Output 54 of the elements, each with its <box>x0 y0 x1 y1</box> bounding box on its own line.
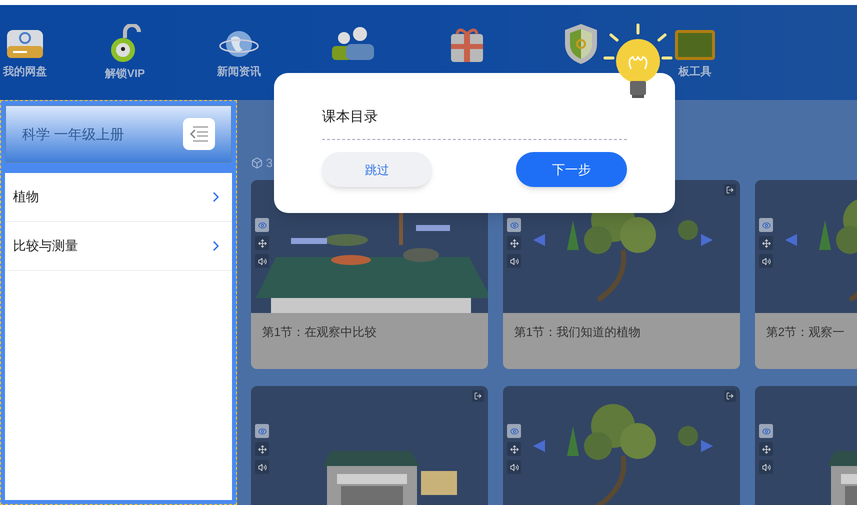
sound-button[interactable] <box>759 460 773 474</box>
exit-icon <box>726 392 734 400</box>
toolbar-button[interactable]: 解锁VIP <box>86 24 164 82</box>
card-title: 第1节：我们知道的植物 <box>513 324 642 341</box>
toolbar-button[interactable]: 新闻资讯 <box>200 26 278 80</box>
popup-title: 课本目录 <box>322 107 379 126</box>
move-button[interactable] <box>759 442 773 456</box>
move-icon <box>510 444 518 454</box>
cube-icon <box>251 157 263 169</box>
move-icon <box>762 238 770 248</box>
collapse-icon <box>189 126 209 142</box>
move-icon <box>510 238 518 248</box>
move-button[interactable] <box>255 236 269 250</box>
chapter-item[interactable]: 比较与测量 <box>5 222 232 271</box>
eye-icon <box>258 220 266 230</box>
sound-button[interactable] <box>759 254 773 268</box>
card-title: 第1节：在观察中比较 <box>261 324 378 341</box>
eye-icon <box>762 426 770 436</box>
eye-icon <box>510 220 518 230</box>
eye-icon <box>510 426 518 436</box>
speaker-icon <box>258 462 266 472</box>
sound-button[interactable] <box>507 460 521 474</box>
speaker-icon <box>258 256 266 266</box>
move-icon <box>258 238 266 248</box>
speaker-icon <box>510 462 518 472</box>
skip-button[interactable]: 跳过 <box>322 152 432 187</box>
move-icon <box>258 444 266 454</box>
next-button[interactable]: 下一步 <box>516 152 627 187</box>
exit-button[interactable] <box>472 390 484 402</box>
exit-icon <box>726 186 734 194</box>
chapter-item[interactable]: 植物 <box>5 173 232 222</box>
exit-icon <box>474 392 482 400</box>
move-button[interactable] <box>759 236 773 250</box>
card-title: 第2节：观察一 <box>765 324 846 341</box>
move-button[interactable] <box>507 236 521 250</box>
speaker-icon <box>762 256 770 266</box>
lesson-card[interactable]: 第2节：观察一 <box>755 180 857 369</box>
move-button[interactable] <box>255 442 269 456</box>
move-button[interactable] <box>507 442 521 456</box>
section-label: 3 <box>266 155 273 172</box>
toolbar-button[interactable]: 板工具 <box>656 26 734 80</box>
eye-icon <box>258 426 266 436</box>
book-title: 科学 一年级上册 <box>22 124 124 144</box>
sound-button[interactable] <box>507 254 521 268</box>
sound-button[interactable] <box>255 460 269 474</box>
move-icon <box>762 444 770 454</box>
collapse-button[interactable] <box>183 118 215 150</box>
speaker-icon <box>762 462 770 472</box>
toolbar-button[interactable]: 我的网盘 <box>0 26 50 80</box>
eye-icon <box>762 220 770 230</box>
sound-button[interactable] <box>255 254 269 268</box>
exit-button[interactable] <box>724 390 736 402</box>
exit-button[interactable] <box>724 184 736 196</box>
speaker-icon <box>510 256 518 266</box>
